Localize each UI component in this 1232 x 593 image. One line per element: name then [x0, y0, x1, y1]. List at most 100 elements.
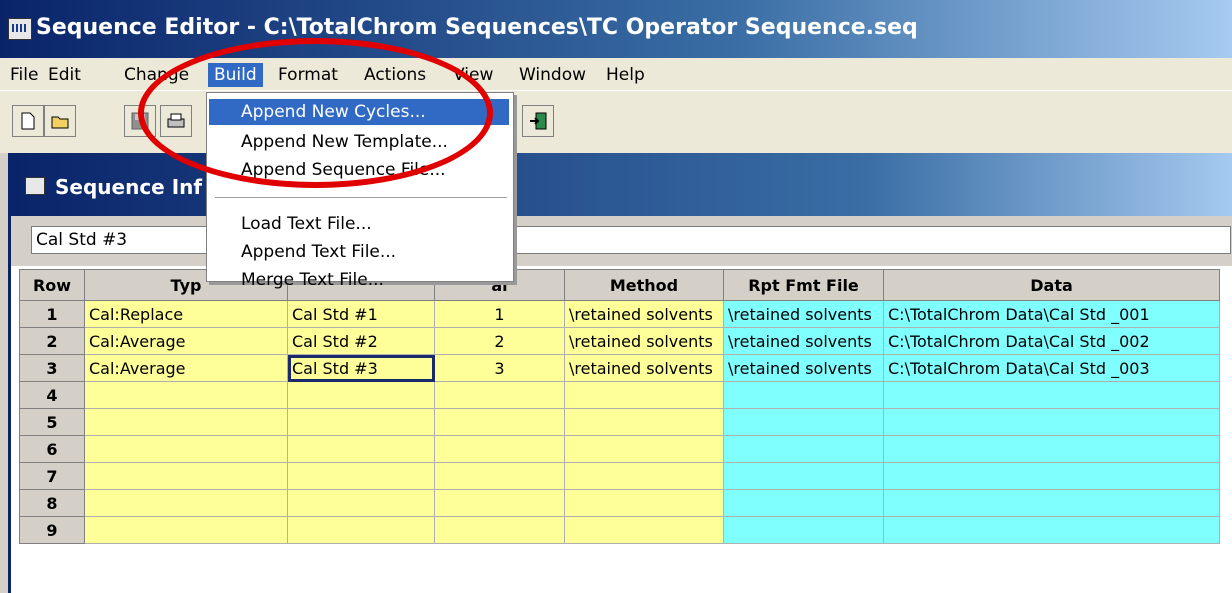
menu-item-load-text-file[interactable]: Load Text File... [209, 211, 509, 237]
cell-rpt-fmt-file[interactable] [723, 462, 884, 490]
menu-change[interactable]: Change [118, 63, 195, 87]
menu-edit[interactable]: Edit [42, 63, 87, 87]
cell-type[interactable] [84, 408, 288, 436]
cell-type[interactable] [84, 516, 288, 544]
cell-method[interactable] [564, 462, 724, 490]
menu-view[interactable]: View [447, 63, 499, 87]
cell-method[interactable] [564, 489, 724, 517]
cell-rpt-fmt-file[interactable]: \retained solvents [723, 354, 884, 382]
cell-level[interactable]: 3 [434, 354, 565, 382]
menu-build[interactable]: Build [208, 63, 263, 87]
cell-data[interactable] [883, 381, 1220, 409]
toolbar [0, 90, 1232, 153]
save-button[interactable] [124, 105, 156, 137]
cell-method[interactable]: \retained solvents [564, 354, 724, 382]
cell-rpt-fmt-file[interactable] [723, 381, 884, 409]
cell-level[interactable] [434, 381, 565, 409]
cell-type[interactable]: Cal:Replace [84, 300, 288, 328]
cell-method[interactable] [564, 435, 724, 463]
row-number[interactable]: 6 [19, 435, 85, 463]
cell-name[interactable] [287, 381, 435, 409]
exit-button[interactable] [522, 105, 554, 137]
cell-method[interactable]: \retained solvents [564, 300, 724, 328]
menu-item-append-new-cycles[interactable]: Append New Cycles... [209, 99, 509, 125]
cell-data[interactable]: C:\TotalChrom Data\Cal Std _001 [883, 300, 1220, 328]
cell-level[interactable] [434, 516, 565, 544]
menu-item-append-text-file[interactable]: Append Text File... [209, 239, 509, 265]
col-header-method[interactable]: Method [564, 269, 724, 301]
cell-type[interactable] [84, 489, 288, 517]
cell-level[interactable] [434, 489, 565, 517]
cell-method[interactable] [564, 381, 724, 409]
cell-rpt-fmt-file[interactable]: \retained solvents [723, 300, 884, 328]
app-icon [8, 18, 32, 40]
cell-name[interactable] [287, 435, 435, 463]
cell-name-selected[interactable]: Cal Std #3 [287, 354, 435, 382]
col-header-data[interactable]: Data [883, 269, 1220, 301]
cell-data[interactable]: C:\TotalChrom Data\Cal Std _003 [883, 354, 1220, 382]
row-number[interactable]: 5 [19, 408, 85, 436]
cell-data[interactable] [883, 516, 1220, 544]
cell-data[interactable] [883, 435, 1220, 463]
cell-level[interactable] [434, 408, 565, 436]
cell-level[interactable]: 1 [434, 300, 565, 328]
cell-name[interactable] [287, 489, 435, 517]
cell-method[interactable]: \retained solvents [564, 327, 724, 355]
menu-format[interactable]: Format [272, 63, 344, 87]
menu-help[interactable]: Help [600, 63, 651, 87]
cell-data[interactable]: C:\TotalChrom Data\Cal Std _002 [883, 327, 1220, 355]
col-header-row[interactable]: Row [19, 269, 85, 301]
cell-rpt-fmt-file[interactable] [723, 489, 884, 517]
grid-header-row: Row Typ al Method Rpt Fmt File Data [19, 269, 1220, 301]
menu-item-append-new-template[interactable]: Append New Template... [209, 129, 509, 155]
cell-name[interactable] [287, 408, 435, 436]
row-number[interactable]: 8 [19, 489, 85, 517]
menu-file[interactable]: File [4, 63, 44, 87]
cell-rpt-fmt-file[interactable] [723, 408, 884, 436]
cell-name[interactable]: Cal Std #1 [287, 300, 435, 328]
cell-method[interactable] [564, 408, 724, 436]
cell-name[interactable] [287, 516, 435, 544]
cell-rpt-fmt-file[interactable] [723, 516, 884, 544]
cell-method[interactable] [564, 516, 724, 544]
print-button[interactable] [160, 105, 192, 137]
cell-rpt-fmt-file[interactable] [723, 435, 884, 463]
row-number[interactable]: 7 [19, 462, 85, 490]
sequence-grid: Row Typ al Method Rpt Fmt File Data 1 Ca… [19, 269, 1220, 544]
child-titlebar: Sequence Inf [11, 153, 1232, 216]
cell-type[interactable] [84, 435, 288, 463]
cell-level[interactable]: 2 [434, 327, 565, 355]
row-number[interactable]: 4 [19, 381, 85, 409]
row-number[interactable]: 3 [19, 354, 85, 382]
cell-name[interactable]: Cal Std #2 [287, 327, 435, 355]
cell-type[interactable]: Cal:Average [84, 327, 288, 355]
table-row: 6 [19, 435, 1220, 463]
row-number[interactable]: 9 [19, 516, 85, 544]
new-file-icon [21, 112, 35, 130]
cell-name[interactable] [287, 462, 435, 490]
window-titlebar: Sequence Editor - C:\TotalChrom Sequence… [0, 0, 1232, 58]
row-number[interactable]: 2 [19, 327, 85, 355]
cell-data[interactable] [883, 408, 1220, 436]
cell-data[interactable] [883, 462, 1220, 490]
table-row: 3 Cal:Average Cal Std #3 3 \retained sol… [19, 354, 1220, 382]
menu-item-merge-text-file[interactable]: Merge Text File... [209, 267, 509, 293]
table-row: 1 Cal:Replace Cal Std #1 1 \retained sol… [19, 300, 1220, 328]
window-icon [25, 177, 45, 195]
cell-type[interactable] [84, 381, 288, 409]
menu-actions[interactable]: Actions [358, 63, 432, 87]
menu-window[interactable]: Window [513, 63, 592, 87]
table-row: 5 [19, 408, 1220, 436]
cell-type[interactable]: Cal:Average [84, 354, 288, 382]
menu-item-append-sequence-file[interactable]: Append Sequence File... [209, 157, 509, 183]
cell-rpt-fmt-file[interactable]: \retained solvents [723, 327, 884, 355]
cell-type[interactable] [84, 462, 288, 490]
open-button[interactable] [44, 105, 76, 137]
cell-level[interactable] [434, 435, 565, 463]
new-file-button[interactable] [12, 105, 44, 137]
row-number[interactable]: 1 [19, 300, 85, 328]
cell-data[interactable] [883, 489, 1220, 517]
table-row: 8 [19, 489, 1220, 517]
col-header-rpt-fmt-file[interactable]: Rpt Fmt File [723, 269, 884, 301]
cell-level[interactable] [434, 462, 565, 490]
